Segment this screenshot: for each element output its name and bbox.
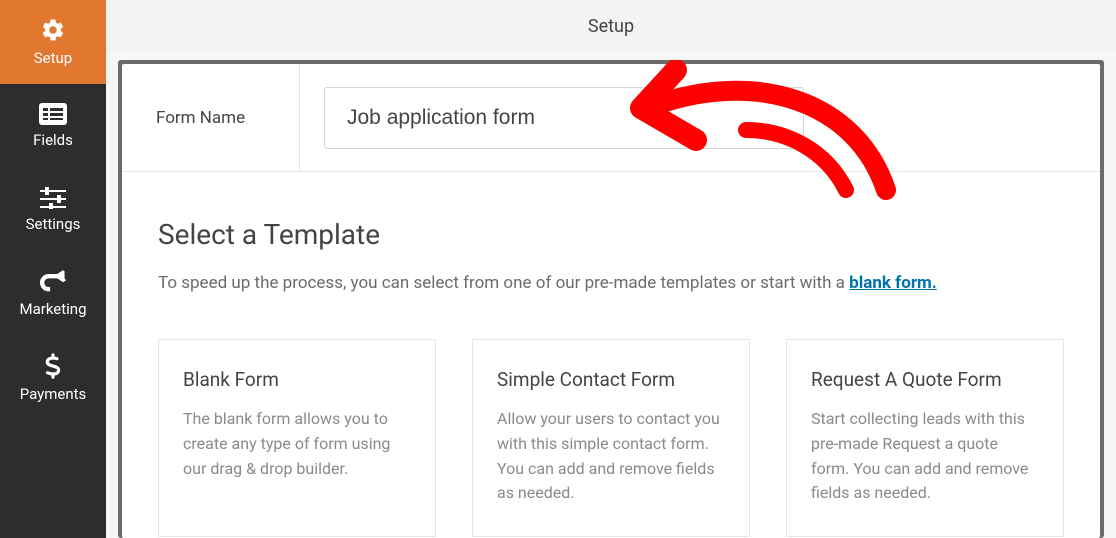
sidebar-item-label: Setup (34, 49, 72, 67)
sidebar-item-label: Settings (26, 215, 81, 233)
template-heading: Select a Template (158, 218, 1064, 251)
sidebar-item-marketing[interactable]: Marketing (0, 252, 106, 336)
blank-form-link[interactable]: blank form. (849, 273, 937, 293)
form-name-row: Form Name (122, 64, 1100, 172)
sidebar-item-payments[interactable]: Payments (0, 336, 106, 420)
template-card-blank[interactable]: Blank Form The blank form allows you to … (158, 339, 436, 537)
dollar-icon (45, 353, 61, 379)
panel: Form Name Select a Template To speed up … (122, 64, 1100, 538)
list-icon (39, 103, 67, 125)
template-card-desc: Allow your users to contact you with thi… (497, 407, 725, 506)
bullhorn-icon (40, 270, 66, 294)
form-name-label: Form Name (122, 64, 300, 171)
template-card-title: Simple Contact Form (497, 368, 725, 391)
template-card-request-quote[interactable]: Request A Quote Form Start collecting le… (786, 339, 1064, 537)
sidebar: Setup Fields Settings Marketing Payments (0, 0, 106, 538)
template-card-title: Request A Quote Form (811, 368, 1039, 391)
sidebar-item-label: Payments (20, 385, 87, 403)
topbar: Setup (106, 0, 1116, 52)
gear-icon (40, 17, 66, 43)
topbar-title: Setup (588, 16, 634, 37)
sliders-icon (40, 187, 66, 209)
template-intro-text: To speed up the process, you can select … (158, 273, 849, 293)
template-card-simple-contact[interactable]: Simple Contact Form Allow your users to … (472, 339, 750, 537)
sidebar-item-fields[interactable]: Fields (0, 84, 106, 168)
form-name-input[interactable] (324, 87, 804, 149)
template-section: Select a Template To speed up the proces… (122, 172, 1100, 537)
template-card-desc: Start collecting leads with this pre-mad… (811, 407, 1039, 506)
main-area: Setup Form Name Select a Template To spe… (106, 0, 1116, 538)
template-intro: To speed up the process, you can select … (158, 273, 1064, 293)
template-card-title: Blank Form (183, 368, 411, 391)
template-card-desc: The blank form allows you to create any … (183, 407, 411, 481)
template-grid: Blank Form The blank form allows you to … (158, 339, 1064, 537)
sidebar-item-setup[interactable]: Setup (0, 0, 106, 84)
panel-chrome: Form Name Select a Template To speed up … (118, 60, 1104, 538)
sidebar-item-label: Fields (33, 131, 73, 149)
sidebar-item-label: Marketing (19, 300, 86, 318)
sidebar-item-settings[interactable]: Settings (0, 168, 106, 252)
